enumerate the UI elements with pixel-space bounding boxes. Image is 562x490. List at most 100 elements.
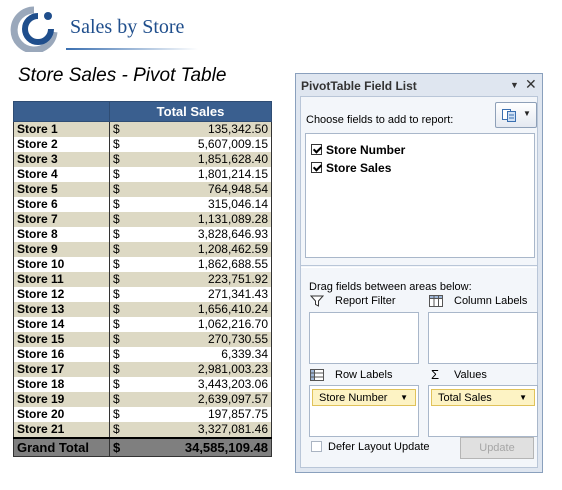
currency-cell[interactable]: $ [109,197,124,212]
report-filter-area[interactable] [309,312,419,364]
chevron-down-icon[interactable]: ▼ [400,393,408,402]
row-label-cell[interactable]: Store 16 [13,347,110,362]
value-cell[interactable]: 1,062,216.70 [123,317,272,332]
table-row: Store 14 $1,062,216.70 [13,317,272,332]
currency-cell[interactable]: $ [109,317,124,332]
value-cell[interactable]: 197,857.75 [123,407,272,422]
row-label-cell[interactable]: Store 3 [13,152,110,167]
row-label-cell[interactable]: Store 14 [13,317,110,332]
defer-layout-checkbox[interactable]: Defer Layout Update [311,441,430,453]
table-row: Store 19 $2,639,097.57 [13,392,272,407]
row-label-cell[interactable]: Store 13 [13,302,110,317]
currency-cell[interactable]: $ [109,362,124,377]
value-cell[interactable]: 1,801,214.15 [123,167,272,182]
table-row: Store 20 $197,857.75 [13,407,272,422]
row-label-cell[interactable]: Store 19 [13,392,110,407]
value-cell[interactable]: 1,131,089.28 [123,212,272,227]
currency-cell[interactable]: $ [109,422,124,438]
panel-splitter[interactable] [301,265,537,268]
value-cell[interactable]: 315,046.14 [123,197,272,212]
update-button[interactable]: Update [460,437,534,459]
pivot-corner-cell[interactable] [13,101,110,122]
currency-cell[interactable]: $ [109,137,124,152]
field-store-sales[interactable]: Store Sales [311,161,391,175]
row-label-cell[interactable]: Store 7 [13,212,110,227]
row-labels-label: Row Labels [335,369,393,381]
row-label-cell[interactable]: Store 11 [13,272,110,287]
row-label-cell[interactable]: Store 20 [13,407,110,422]
currency-cell[interactable]: $ [109,302,124,317]
row-labels-area[interactable]: Store Number ▼ [309,385,419,437]
currency-cell[interactable]: $ [109,182,124,197]
pivot-body: Store 1 $135,342.50 Store 2 $5,607,009.15 St… [13,121,272,457]
field-checkbox[interactable] [311,144,322,155]
value-cell[interactable]: 3,327,081.46 [123,422,272,438]
field-store-number[interactable]: Store Number [311,143,405,157]
currency-cell[interactable]: $ [109,407,124,422]
currency-cell[interactable]: $ [109,227,124,242]
value-cell[interactable]: 3,443,203.06 [123,377,272,392]
defer-label: Defer Layout Update [328,441,430,453]
value-cell[interactable]: 1,851,628.40 [123,152,272,167]
field-layout-icon [502,109,516,122]
currency-cell[interactable]: $ [109,212,124,227]
value-cell[interactable]: 6,339.34 [123,347,272,362]
row-label-cell[interactable]: Store 17 [13,362,110,377]
value-cell[interactable]: 2,639,097.57 [123,392,272,407]
table-row: Store 11 $223,751.92 [13,272,272,287]
currency-cell[interactable]: $ [109,121,124,137]
value-cell[interactable]: 5,607,009.15 [123,137,272,152]
value-cell[interactable]: 1,862,688.55 [123,257,272,272]
value-cell[interactable]: 1,208,462.59 [123,242,272,257]
table-row: Store 9 $1,208,462.59 [13,242,272,257]
chevron-down-icon[interactable]: ▼ [519,393,527,402]
panel-menu-arrow-icon[interactable]: ▼ [510,80,519,90]
logo-text: Sales by Store [70,16,185,38]
values-area[interactable]: Total Sales ▼ [428,385,538,437]
currency-cell[interactable]: $ [109,392,124,407]
row-label-cell[interactable]: Store 1 [13,121,110,137]
table-row: Store 1 $135,342.50 [13,121,272,137]
table-row: Store 17 $2,981,003.23 [13,362,272,377]
row-label-cell[interactable]: Store 21 [13,422,110,438]
currency-cell[interactable]: $ [109,377,124,392]
value-cell[interactable]: 270,730.55 [123,332,272,347]
row-label-cell[interactable]: Store 4 [13,167,110,182]
currency-cell[interactable]: $ [109,347,124,362]
currency-cell[interactable]: $ [109,272,124,287]
value-cell[interactable]: 135,342.50 [123,121,272,137]
value-cell[interactable]: 223,751.92 [123,272,272,287]
value-cell[interactable]: 2,981,003.23 [123,362,272,377]
grand-total-value[interactable]: 34,585,109.48 [123,437,272,457]
row-label-cell[interactable]: Store 12 [13,287,110,302]
column-labels-area[interactable] [428,312,538,364]
value-cell[interactable]: 1,656,410.24 [123,302,272,317]
currency-cell[interactable]: $ [109,287,124,302]
currency-cell[interactable]: $ [109,257,124,272]
row-label-cell[interactable]: Store 8 [13,227,110,242]
row-label-cell[interactable]: Store 5 [13,182,110,197]
total-sales-header[interactable]: Total Sales [109,101,272,122]
row-label-cell[interactable]: Store 18 [13,377,110,392]
currency-cell[interactable]: $ [109,167,124,182]
grand-total-label[interactable]: Grand Total [13,437,110,457]
value-field-chip[interactable]: Total Sales ▼ [431,389,535,406]
currency-cell[interactable]: $ [109,332,124,347]
currency-cell[interactable]: $ [109,152,124,167]
row-label-cell[interactable]: Store 15 [13,332,110,347]
value-cell[interactable]: 3,828,646.93 [123,227,272,242]
currency-cell[interactable]: $ [109,437,124,457]
pivot-table: Total Sales Store 1 $135,342.50 Store 2 $5,… [13,101,272,457]
currency-cell[interactable]: $ [109,242,124,257]
row-label-cell[interactable]: Store 6 [13,197,110,212]
row-label-cell[interactable]: Store 9 [13,242,110,257]
row-label-cell[interactable]: Store 10 [13,257,110,272]
value-cell[interactable]: 764,948.54 [123,182,272,197]
field-layout-button[interactable]: ▼ [495,102,537,128]
row-field-chip[interactable]: Store Number ▼ [312,389,416,406]
close-icon[interactable]: ✕ [525,76,537,93]
value-cell[interactable]: 271,341.43 [123,287,272,302]
defer-checkbox-box[interactable] [311,441,322,452]
field-checkbox[interactable] [311,162,322,173]
row-label-cell[interactable]: Store 2 [13,137,110,152]
